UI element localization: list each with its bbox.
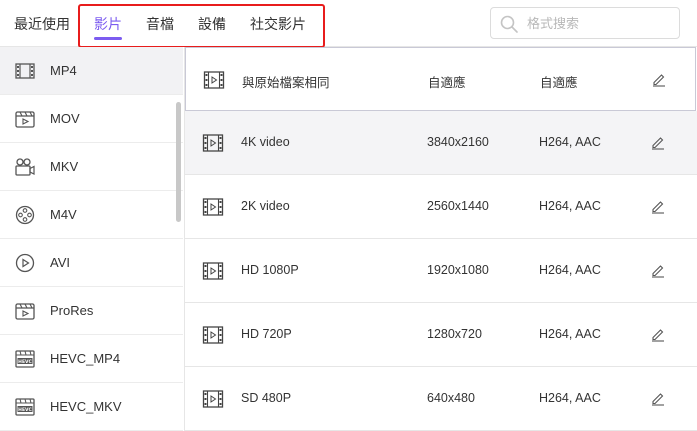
- preset-resolution: 1920x1080: [427, 263, 489, 277]
- preset-resolution: 自適應: [428, 76, 466, 90]
- preset-codec: 自適應: [540, 76, 578, 90]
- hevc-icon: HEVC: [15, 398, 35, 416]
- preset-name: 2K video: [241, 199, 290, 213]
- tab-audio[interactable]: 音檔: [146, 14, 174, 34]
- tab-recent[interactable]: 最近使用: [14, 14, 70, 34]
- tab-video[interactable]: 影片: [94, 14, 122, 34]
- svg-text:HEVC: HEVC: [18, 359, 32, 365]
- sidebar-item-hevc-mp4[interactable]: HEVC HEVC_MP4: [0, 335, 183, 383]
- sidebar-item-label: M4V: [50, 207, 77, 222]
- sidebar-item-label: HEVC_MP4: [50, 351, 121, 366]
- tab-social-video[interactable]: 社交影片: [250, 14, 306, 34]
- sidebar-item-mp4[interactable]: MP4: [0, 47, 183, 95]
- preset-row-1080p[interactable]: HD 1080P 1920x1080 H264, AAC: [185, 239, 697, 303]
- search-input[interactable]: [527, 12, 672, 34]
- preset-name: HD 720P: [241, 327, 292, 341]
- edit-icon[interactable]: [651, 71, 667, 87]
- preset-resolution: 3840x2160: [427, 135, 489, 149]
- film-icon: [202, 390, 224, 408]
- svg-text:HEVC: HEVC: [18, 407, 32, 413]
- preset-name: SD 480P: [241, 391, 292, 405]
- format-sidebar: MP4 MOV MKV M4V AVI ProRes HEVC HEVC_MP4…: [0, 47, 185, 431]
- film-icon: [202, 198, 224, 216]
- sidebar-item-mkv[interactable]: MKV: [0, 143, 183, 191]
- format-header: 最近使用 影片 音檔 設備 社交影片: [0, 0, 697, 48]
- preset-codec: H264, AAC: [539, 327, 601, 341]
- edit-icon[interactable]: [650, 390, 666, 406]
- sidebar-item-hevc-mkv[interactable]: HEVC HEVC_MKV: [0, 383, 183, 431]
- preset-list: 與原始檔案相同 自適應 自適應 4K video 3840x2160 H264,…: [185, 47, 697, 431]
- edit-icon[interactable]: [650, 262, 666, 278]
- preset-row-720p[interactable]: HD 720P 1280x720 H264, AAC: [185, 303, 697, 367]
- preset-name: 與原始檔案相同: [242, 76, 330, 90]
- hevc-icon: HEVC: [15, 350, 35, 368]
- edit-icon[interactable]: [650, 198, 666, 214]
- film-icon: [202, 262, 224, 280]
- preset-resolution: 640x480: [427, 391, 475, 405]
- preset-name: HD 1080P: [241, 263, 299, 277]
- sidebar-item-label: MOV: [50, 111, 80, 126]
- sidebar-item-label: MP4: [50, 63, 77, 78]
- preset-row-480p[interactable]: SD 480P 640x480 H264, AAC: [185, 367, 697, 431]
- preset-name: 4K video: [241, 135, 290, 149]
- preset-codec: H264, AAC: [539, 199, 601, 213]
- sidebar-item-avi[interactable]: AVI: [0, 239, 183, 287]
- play-circle-icon: [15, 253, 35, 273]
- sidebar-item-prores[interactable]: ProRes: [0, 287, 183, 335]
- sidebar-item-label: HEVC_MKV: [50, 399, 122, 414]
- preset-resolution: 2560x1440: [427, 199, 489, 213]
- preset-codec: H264, AAC: [539, 263, 601, 277]
- camera-icon: [15, 158, 35, 176]
- film-icon: [203, 71, 225, 89]
- edit-icon[interactable]: [650, 326, 666, 342]
- clapper-icon: [15, 111, 35, 128]
- sidebar-item-mov[interactable]: MOV: [0, 95, 183, 143]
- preset-row-2k[interactable]: 2K video 2560x1440 H264, AAC: [185, 175, 697, 239]
- sidebar-item-label: MKV: [50, 159, 79, 174]
- sidebar-item-label: AVI: [50, 255, 70, 270]
- film-icon: [15, 63, 35, 79]
- preset-row-4k[interactable]: 4K video 3840x2160 H264, AAC: [185, 111, 697, 175]
- sidebar-item-m4v[interactable]: M4V: [0, 191, 183, 239]
- format-search-box[interactable]: [490, 7, 680, 39]
- tab-device[interactable]: 設備: [198, 14, 226, 34]
- preset-row-same-as-source[interactable]: 與原始檔案相同 自適應 自適應: [185, 47, 696, 111]
- film-icon: [202, 134, 224, 152]
- preset-resolution: 1280x720: [427, 327, 482, 341]
- sidebar-item-label: ProRes: [50, 303, 94, 318]
- search-icon: [500, 15, 518, 33]
- active-tab-indicator: [94, 37, 122, 40]
- preset-codec: H264, AAC: [539, 391, 601, 405]
- sidebar-scrollbar[interactable]: [176, 102, 181, 222]
- clapper-icon: [15, 303, 35, 320]
- edit-icon[interactable]: [650, 134, 666, 150]
- film-icon: [202, 326, 224, 344]
- reel-icon: [15, 205, 35, 225]
- preset-codec: H264, AAC: [539, 135, 601, 149]
